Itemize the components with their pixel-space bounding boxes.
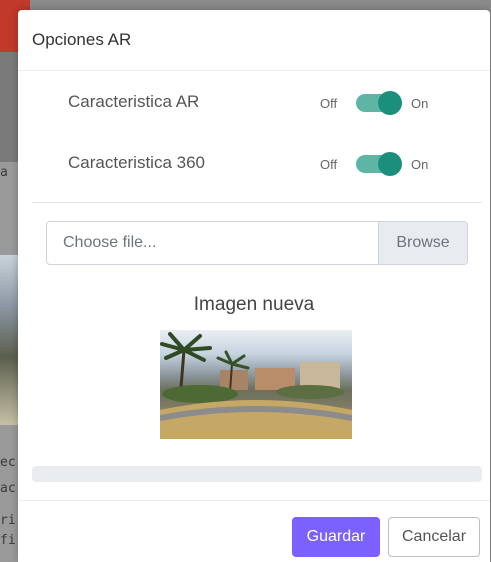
toggle-off-label: Off [320, 96, 338, 111]
toggle-row-360: Caracteristica 360 Off On [18, 149, 490, 179]
file-input[interactable]: Choose file... Browse [46, 221, 468, 265]
section-divider [32, 202, 482, 203]
toggle-off-label: Off [320, 157, 338, 172]
ar-feature-toggle[interactable] [356, 91, 402, 115]
toggle-on-label: On [411, 96, 429, 111]
toggle-label-ar: Caracteristica AR [68, 92, 200, 111]
toggle-on-label: On [411, 157, 429, 172]
ar-options-modal: Opciones AR Caracteristica AR Off On Car… [18, 10, 490, 562]
panorama-illustration [160, 332, 352, 439]
modal-title: Opciones AR [32, 30, 132, 49]
upload-progress-bar [32, 466, 482, 482]
toggle-row-ar: Caracteristica AR Off On [18, 88, 490, 118]
toggle-label-360: Caracteristica 360 [68, 153, 206, 172]
footer-divider [18, 500, 490, 501]
toggle-knob [378, 152, 402, 176]
cancel-button[interactable]: Cancelar [388, 517, 480, 557]
browse-button[interactable]: Browse [378, 222, 467, 264]
modal-header: Opciones AR [18, 10, 490, 71]
360-feature-toggle[interactable] [356, 152, 402, 176]
file-input-placeholder[interactable]: Choose file... [47, 222, 378, 264]
panorama-preview-image [160, 330, 352, 439]
toggle-knob [378, 91, 402, 115]
image-title: Imagen nueva [193, 294, 315, 315]
save-button[interactable]: Guardar [292, 517, 380, 557]
